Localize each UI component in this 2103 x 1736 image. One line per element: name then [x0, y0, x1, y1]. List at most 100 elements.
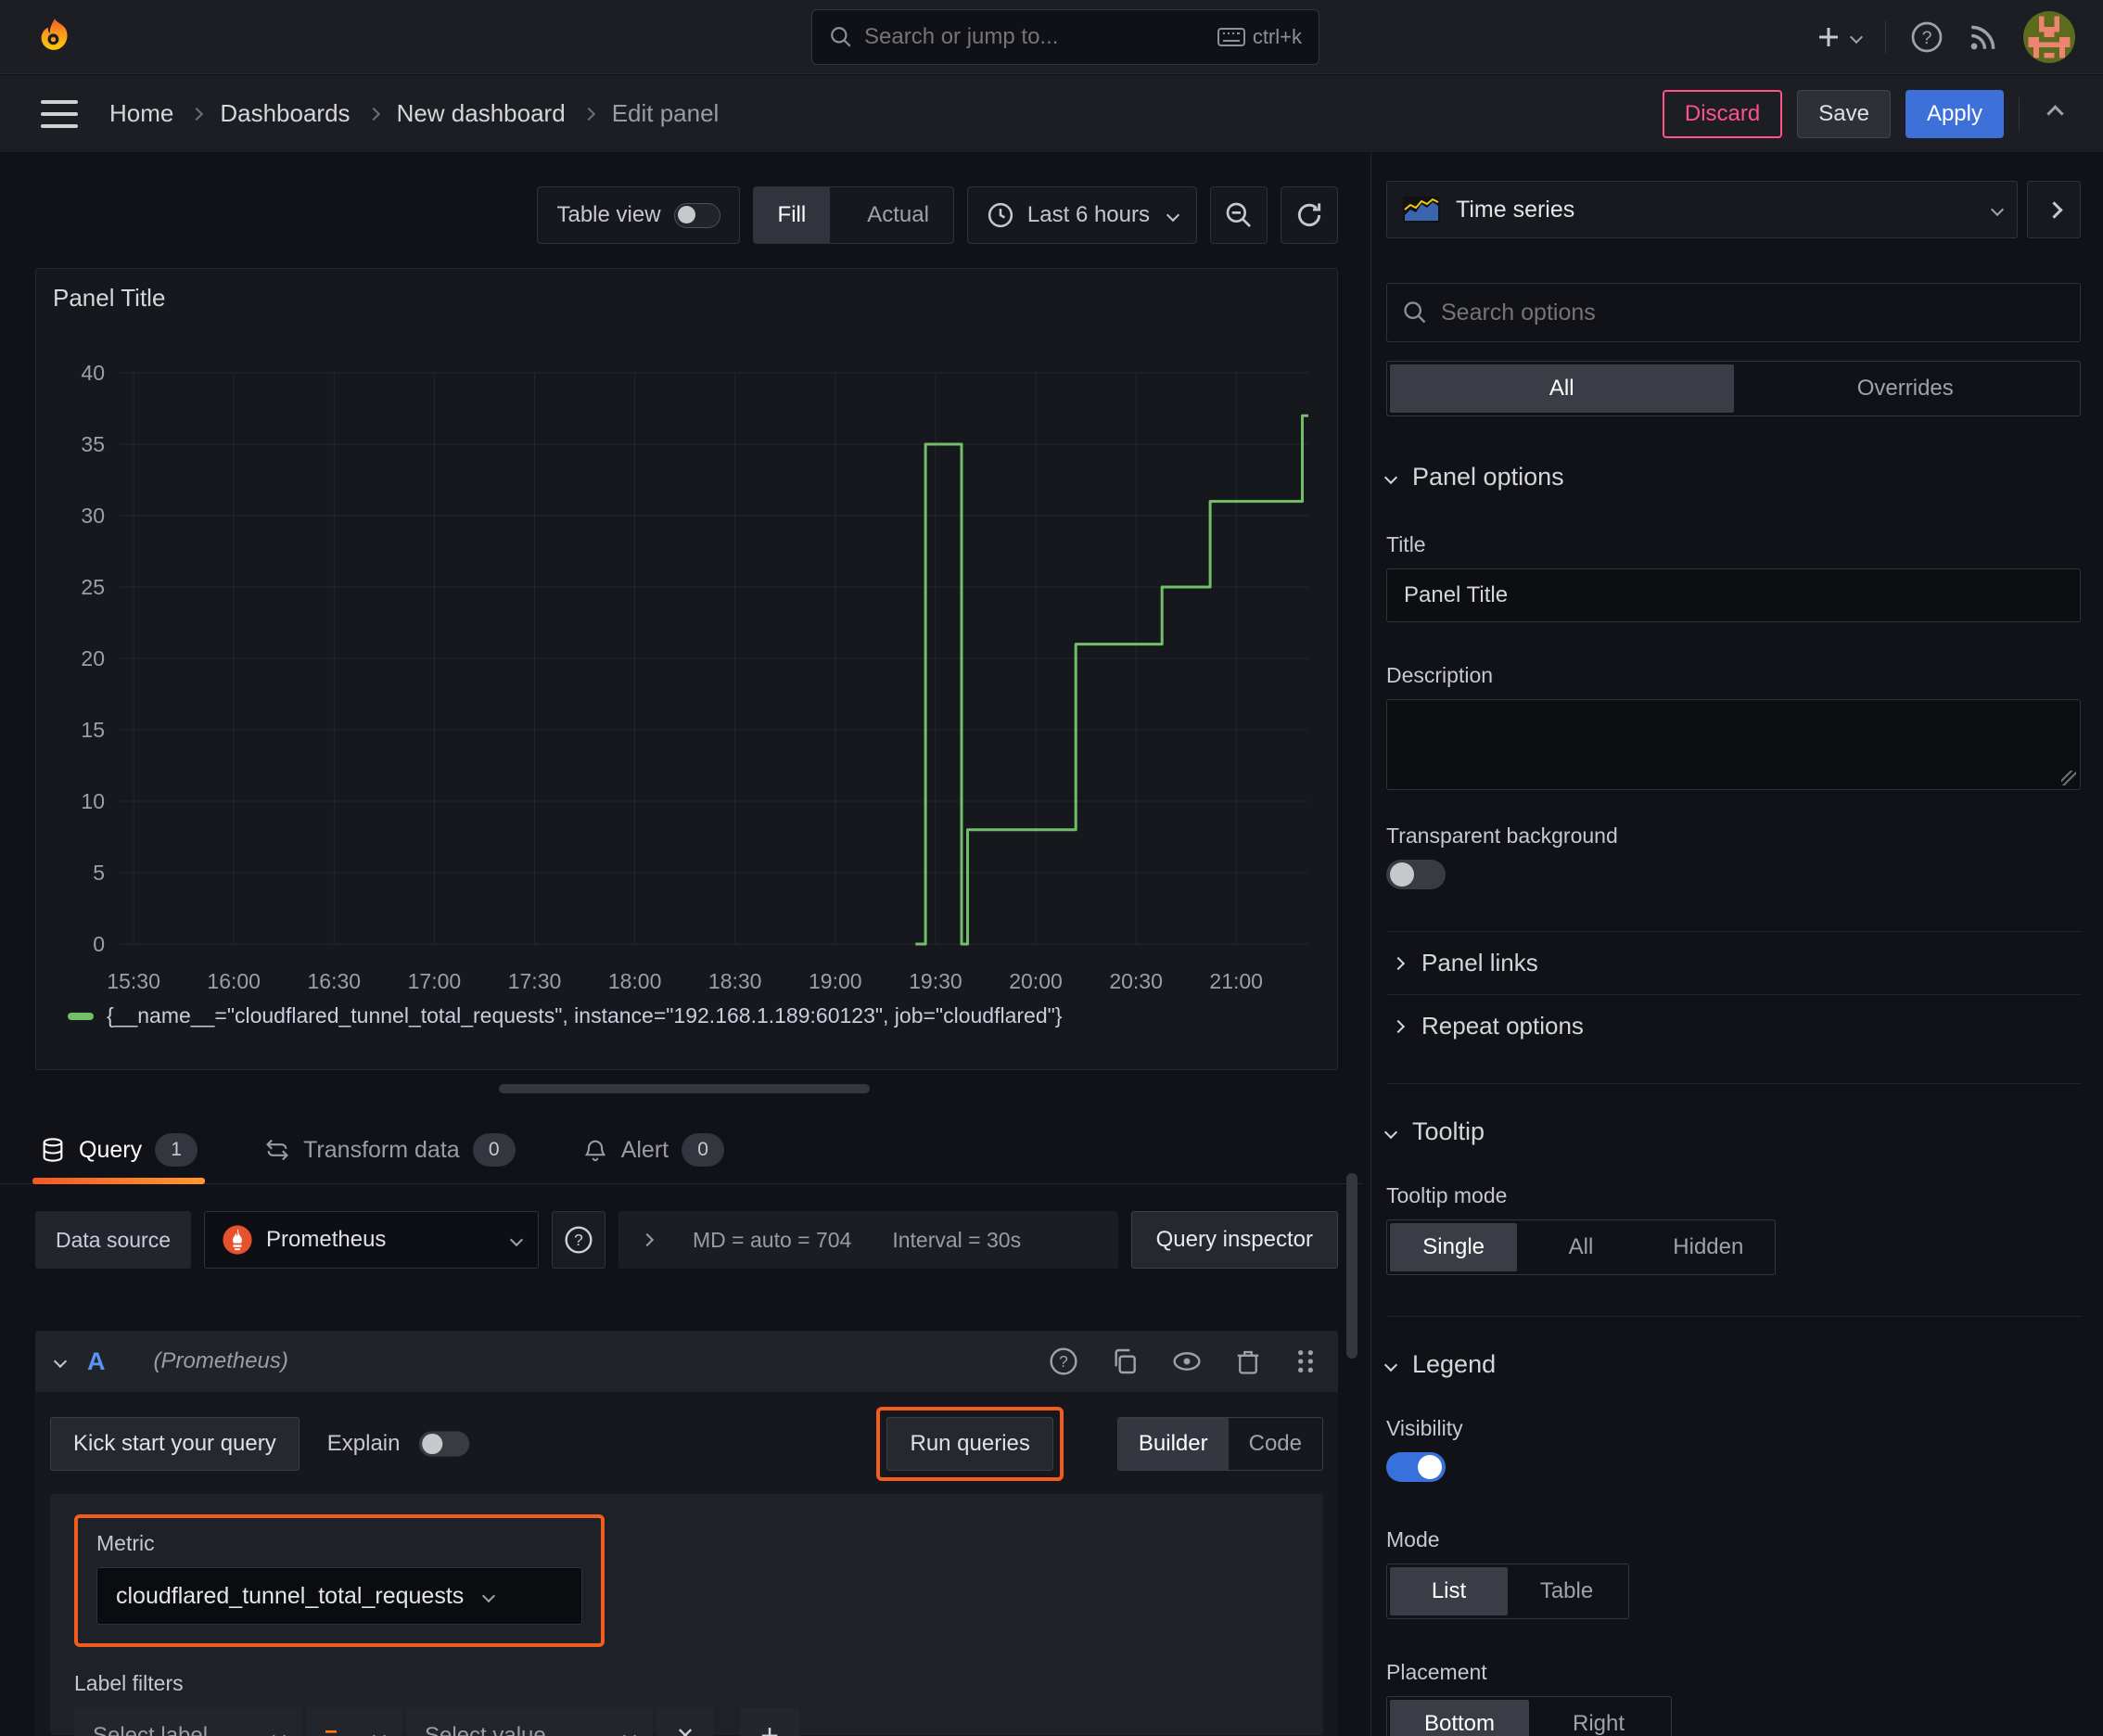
drag-handle-icon[interactable]	[1294, 1347, 1318, 1376]
query-editor-card: A (Prometheus) ? Kick start your query E…	[35, 1331, 1338, 1736]
global-search[interactable]: ctrl+k	[811, 9, 1319, 65]
fill-option[interactable]: Fill	[753, 187, 831, 243]
legend-visibility-label: Visibility	[1386, 1416, 1463, 1440]
chevron-right-icon	[1391, 956, 1406, 970]
operator-dropdown[interactable]: =	[306, 1707, 402, 1736]
main-scrollbar-thumb[interactable]	[1346, 1173, 1357, 1359]
time-series-chart[interactable]: 0 5 10 15 20 25 30 35 40 15:30 16:00 16:30 17:00 17:3…	[36, 269, 1337, 1069]
datasource-help-button[interactable]: ?	[552, 1211, 606, 1269]
tab-alert[interactable]: Alert 0	[582, 1116, 725, 1184]
select-value-dropdown[interactable]: Select value	[406, 1707, 653, 1736]
datasource-picker[interactable]: Prometheus	[204, 1211, 540, 1269]
tab-query[interactable]: Query 1	[32, 1116, 206, 1184]
description-textarea[interactable]	[1386, 699, 2081, 790]
legend-mode-switch: List Table	[1386, 1564, 1629, 1619]
panel-title-input[interactable]	[1386, 568, 2081, 622]
transparent-bg-toggle[interactable]	[1386, 860, 1446, 889]
legend-right-option[interactable]: Right	[1529, 1700, 1668, 1736]
svg-text:16:00: 16:00	[207, 969, 261, 993]
breadcrumb-separator-icon	[581, 107, 595, 121]
tooltip-header[interactable]: Tooltip	[1383, 1117, 2081, 1146]
breadcrumb-dashboards[interactable]: Dashboards	[220, 99, 350, 128]
toggle-options-pane-button[interactable]	[2027, 181, 2081, 238]
query-row-header[interactable]: A (Prometheus) ?	[35, 1331, 1338, 1392]
add-filter-button[interactable]: +	[740, 1707, 799, 1736]
help-button[interactable]: ?	[1910, 20, 1944, 54]
tab-query-label: Query	[79, 1136, 143, 1163]
search-icon	[831, 27, 851, 47]
svg-text:40: 40	[81, 361, 105, 385]
svg-text:0: 0	[93, 932, 105, 956]
pane-resize-handle[interactable]	[499, 1084, 870, 1093]
query-options-collapsed[interactable]: MD = auto = 704 Interval = 30s	[618, 1211, 1118, 1269]
explain-toggle[interactable]	[419, 1431, 470, 1457]
transparent-bg-label: Transparent background	[1386, 823, 1618, 848]
tooltip-hidden-option[interactable]: Hidden	[1645, 1223, 1772, 1271]
refresh-button[interactable]	[1281, 186, 1338, 244]
user-avatar[interactable]	[2023, 10, 2075, 63]
options-search-input[interactable]	[1441, 299, 2065, 326]
legend-bottom-option[interactable]: Bottom	[1390, 1700, 1529, 1736]
select-label-dropdown[interactable]: Select label	[74, 1707, 302, 1736]
resize-grip-icon[interactable]	[2061, 771, 2076, 785]
new-menu-button[interactable]	[1815, 23, 1864, 51]
breadcrumb-home[interactable]: Home	[109, 99, 173, 128]
legend-visibility-toggle[interactable]	[1386, 1452, 1446, 1482]
delete-query-icon[interactable]	[1234, 1347, 1262, 1376]
builder-option[interactable]: Builder	[1117, 1418, 1229, 1470]
save-button[interactable]: Save	[1797, 89, 1891, 138]
legend-series-label[interactable]: {__name__="cloudflared_tunnel_total_requ…	[107, 1003, 1062, 1028]
legend-table-option[interactable]: Table	[1508, 1567, 1625, 1615]
kick-start-button[interactable]: Kick start your query	[50, 1417, 300, 1471]
breadcrumb-new-dashboard[interactable]: New dashboard	[397, 99, 566, 128]
news-button[interactable]	[1968, 21, 1999, 53]
visualization-picker[interactable]: Time series	[1386, 181, 2018, 238]
query-inspector-button[interactable]: Query inspector	[1130, 1211, 1338, 1269]
panel-links-section[interactable]: Panel links	[1386, 931, 2081, 994]
metric-label: Metric	[96, 1531, 155, 1555]
metric-value: cloudflared_tunnel_total_requests	[116, 1582, 465, 1609]
collapse-header-button[interactable]	[2034, 105, 2075, 122]
tab-overrides[interactable]: Overrides	[1734, 364, 2078, 413]
chevron-down-icon	[1990, 202, 2005, 217]
discard-button[interactable]: Discard	[1662, 89, 1783, 138]
code-option[interactable]: Code	[1229, 1418, 1322, 1470]
svg-text:17:00: 17:00	[408, 969, 462, 993]
options-search[interactable]	[1386, 283, 2081, 342]
svg-text:?: ?	[1059, 1352, 1068, 1371]
repeat-options-label: Repeat options	[1421, 1012, 1584, 1040]
apply-button[interactable]: Apply	[1905, 89, 2004, 138]
svg-text:20: 20	[81, 646, 105, 670]
collapse-query-icon[interactable]	[53, 1354, 68, 1369]
tooltip-all-option[interactable]: All	[1517, 1223, 1644, 1271]
breadcrumb: Home Dashboards New dashboard Edit panel	[109, 99, 719, 128]
tab-transform-data[interactable]: Transform data 0	[264, 1116, 516, 1184]
query-row-datasource: (Prometheus)	[153, 1348, 288, 1373]
run-queries-button[interactable]: Run queries	[886, 1417, 1053, 1471]
panel-options-header[interactable]: Panel options	[1383, 463, 2081, 491]
repeat-options-section[interactable]: Repeat options	[1386, 994, 2081, 1057]
legend-list-option[interactable]: List	[1390, 1567, 1508, 1615]
shortcut-label: ctrl+k	[1252, 25, 1302, 48]
svg-text:25: 25	[81, 575, 105, 599]
query-help-icon[interactable]: ?	[1049, 1347, 1078, 1376]
tab-all[interactable]: All	[1390, 364, 1734, 413]
svg-text:17:30: 17:30	[508, 969, 562, 993]
search-input[interactable]	[864, 24, 1206, 50]
tooltip-single-option[interactable]: Single	[1390, 1223, 1518, 1271]
chart-legend[interactable]: {__name__="cloudflared_tunnel_total_requ…	[68, 1003, 1062, 1028]
hide-response-icon[interactable]	[1171, 1347, 1203, 1376]
legend-header[interactable]: Legend	[1383, 1350, 2081, 1379]
time-range-picker[interactable]: Last 6 hours	[966, 186, 1197, 244]
duplicate-query-icon[interactable]	[1110, 1347, 1140, 1376]
remove-filter-button[interactable]: ✕	[656, 1707, 714, 1736]
tooltip-mode-switch: Single All Hidden	[1386, 1219, 1776, 1275]
actual-option[interactable]: Actual	[843, 187, 953, 243]
menu-toggle-button[interactable]	[41, 99, 78, 128]
table-view-toggle[interactable]	[673, 202, 720, 228]
visualization-name: Time series	[1456, 196, 1575, 223]
svg-text:30: 30	[81, 504, 105, 528]
zoom-out-button[interactable]	[1210, 186, 1268, 244]
grafana-logo-icon[interactable]	[33, 16, 76, 58]
metric-select[interactable]: cloudflared_tunnel_total_requests	[96, 1567, 582, 1625]
